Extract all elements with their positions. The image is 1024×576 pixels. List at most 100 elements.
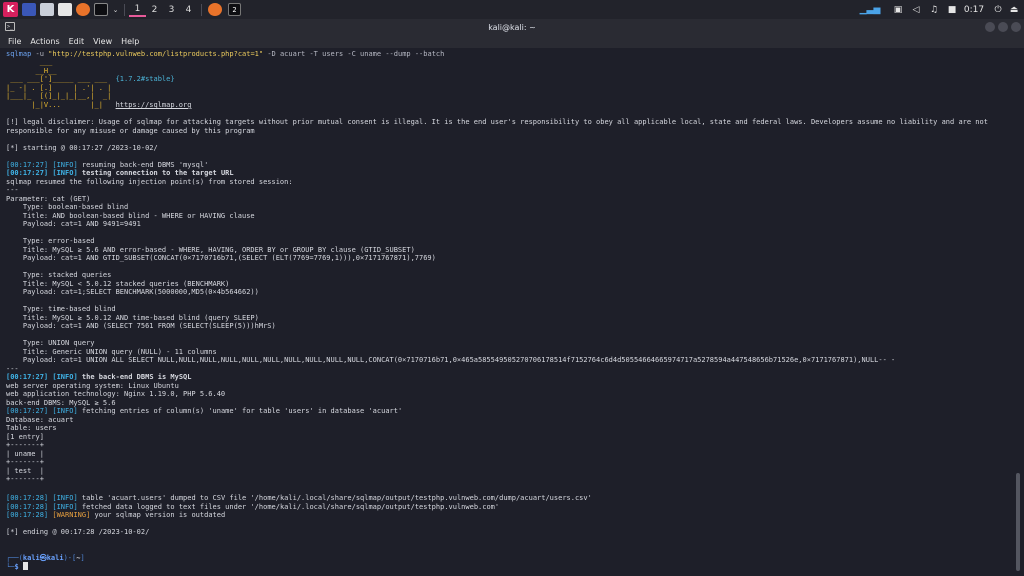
window-title: kali@kali: ~ <box>488 22 536 32</box>
banner-line: ___ <box>6 58 53 66</box>
sqlmap-version: {1.7.2#stable} <box>115 75 175 83</box>
sqlmap-url-link[interactable]: https://sqlmap.org <box>116 101 192 109</box>
tech-line: web application technology: Nginx 1.19.0… <box>6 390 226 398</box>
log-message: testing connection to the target URL <box>77 169 234 177</box>
window-titlebar[interactable]: >_ kali@kali: ~ <box>0 19 1024 35</box>
injection-payload: Payload: cat=1 UNION ALL SELECT NULL,NUL… <box>6 356 896 364</box>
injection-payload: Payload: cat=1 AND (SELECT 7561 FROM (SE… <box>6 322 276 330</box>
log-time: [00:17:28] <box>6 503 49 511</box>
volume-icon[interactable]: ◁ <box>910 0 922 19</box>
network-graph-icon[interactable]: ▁▃▅ <box>860 0 881 19</box>
text-cursor <box>22 562 28 570</box>
close-button[interactable] <box>1011 22 1021 32</box>
result-table-border: +-------+ <box>6 458 44 466</box>
workspace-2[interactable]: 2 <box>146 2 163 17</box>
panel-separator <box>201 3 202 16</box>
injection-type: Type: boolean-based blind <box>6 203 129 211</box>
injection-payload: Payload: cat=1;SELECT BENCHMARK(5000000,… <box>6 288 259 296</box>
panel-separator <box>124 3 125 16</box>
log-level: [INFO] <box>52 494 78 502</box>
injection-type: Type: stacked queries <box>6 271 112 279</box>
log-time: [00:17:27] <box>6 373 49 381</box>
log-line: [00:17:27] [INFO] fetching entries of co… <box>6 407 402 416</box>
file-manager-icon[interactable] <box>40 3 54 16</box>
kali-menu-icon[interactable]: K <box>3 2 18 17</box>
terminal-launcher-icon[interactable] <box>94 3 108 16</box>
terminal-window-icon: >_ <box>5 22 15 31</box>
result-table-border: +-------+ <box>6 441 44 449</box>
log-time: [00:17:27] <box>6 161 49 169</box>
resumed-line: sqlmap resumed the following injection p… <box>6 178 293 186</box>
shell-input[interactable]: └─$ <box>6 562 28 572</box>
log-message: the back-end DBMS is MySQL <box>77 373 192 381</box>
log-message: fetched data logged to text files under … <box>77 503 500 511</box>
log-level: [INFO] <box>52 407 78 415</box>
start-line: [*] starting @ 00:17:27 /2023-10-02/ <box>6 144 158 152</box>
menu-view[interactable]: View <box>93 37 112 46</box>
terminal-scrollbar[interactable] <box>1012 48 1024 576</box>
log-line: [00:17:27] [INFO] the back-end DBMS is M… <box>6 373 191 382</box>
log-time: [00:17:27] <box>6 407 49 415</box>
log-level: [INFO] <box>52 161 78 169</box>
workspace-4[interactable]: 4 <box>180 2 197 17</box>
log-level: [INFO] <box>52 169 78 177</box>
legal-disclaimer: [!] legal disclaimer: Usage of sqlmap fo… <box>6 118 993 135</box>
menu-actions[interactable]: Actions <box>30 37 59 46</box>
maximize-button[interactable] <box>998 22 1008 32</box>
menu-help[interactable]: Help <box>121 37 139 46</box>
log-time: [00:17:27] <box>6 169 49 177</box>
command-program: sqlmap <box>6 50 32 58</box>
menu-file[interactable]: File <box>8 37 21 46</box>
log-level: [INFO] <box>52 503 78 511</box>
display-icon[interactable]: ▣ <box>892 0 904 19</box>
prompt-user: kali <box>22 554 40 562</box>
injection-payload: Payload: cat=1 AND GTID_SUBSET(CONCAT(0×… <box>6 254 436 262</box>
table-line: Table: users <box>6 424 57 432</box>
injection-type: Type: time-based blind <box>6 305 116 313</box>
menu-edit[interactable]: Edit <box>69 37 85 46</box>
text-editor-icon[interactable] <box>58 3 72 16</box>
banner-line: |___|_ [(]_|_|_|__,| _| <box>6 92 112 100</box>
minimize-button[interactable] <box>985 22 995 32</box>
scrollbar-thumb[interactable] <box>1016 473 1020 571</box>
terminal-task-icon[interactable]: 2 <box>228 3 241 16</box>
banner-text: ___ ___[']_____ ___ ___ <box>6 75 116 83</box>
workspace-3[interactable]: 3 <box>163 2 180 17</box>
clock[interactable]: 0:17 <box>963 0 985 19</box>
command-line: sqlmap -u "http://testphp.vulnweb.com/li… <box>6 50 444 59</box>
logout-icon[interactable]: ⏏ <box>1008 0 1020 19</box>
command-url: "http://testphp.vulnweb.com/listproducts… <box>48 50 264 58</box>
injection-payload: Payload: cat=1 AND 9491=9491 <box>6 220 141 228</box>
terminal-output[interactable]: sqlmap -u "http://testphp.vulnweb.com/li… <box>0 48 1012 576</box>
log-line: [00:17:28] [INFO] table 'acuart.users' d… <box>6 494 592 503</box>
command-flag-u: -u <box>35 50 44 58</box>
banner-line: ___ ___[']_____ ___ ___ {1.7.2#stable} <box>6 75 175 84</box>
banner-text: |_|V... |_| <box>6 101 116 109</box>
power-icon[interactable]: ⏻ <box>992 0 1004 19</box>
notifications-icon[interactable]: ♫ <box>928 0 940 19</box>
log-line: [00:17:27] [INFO] testing connection to … <box>6 169 234 178</box>
injection-type: Type: error-based <box>6 237 95 245</box>
prompt-dir: ~ <box>76 554 81 562</box>
log-level: [INFO] <box>52 373 78 381</box>
log-message: table 'acuart.users' dumped to CSV file … <box>77 494 592 502</box>
desktop-icon[interactable] <box>22 3 36 16</box>
firefox-icon[interactable] <box>76 3 90 16</box>
separator-line: --- <box>6 186 19 194</box>
log-message: your sqlmap version is outdated <box>90 511 226 519</box>
lock-icon[interactable]: ■ <box>946 0 958 19</box>
log-time: [00:17:28] <box>6 494 49 502</box>
command-args: -D acuart -T users -C uname --dump --bat… <box>267 50 445 58</box>
log-message: resuming back-end DBMS 'mysql' <box>77 161 209 169</box>
log-message: fetching entries of column(s) 'uname' fo… <box>77 407 403 415</box>
workspace-1[interactable]: 1 <box>129 2 146 17</box>
log-level: [WARNING] <box>52 511 91 519</box>
banner-line: |_|V... |_| https://sqlmap.org <box>6 101 191 110</box>
menu-bar: File Actions Edit View Help <box>0 35 1024 48</box>
firefox-task-icon[interactable] <box>208 3 222 16</box>
result-table-border: +-------+ <box>6 475 44 483</box>
chevron-down-icon[interactable]: ⌄ <box>111 2 120 17</box>
end-line: [*] ending @ 00:17:28 /2023-10-02/ <box>6 528 150 536</box>
log-line: [00:17:28] [WARNING] your sqlmap version… <box>6 511 225 520</box>
injection-type: Type: UNION query <box>6 339 95 347</box>
